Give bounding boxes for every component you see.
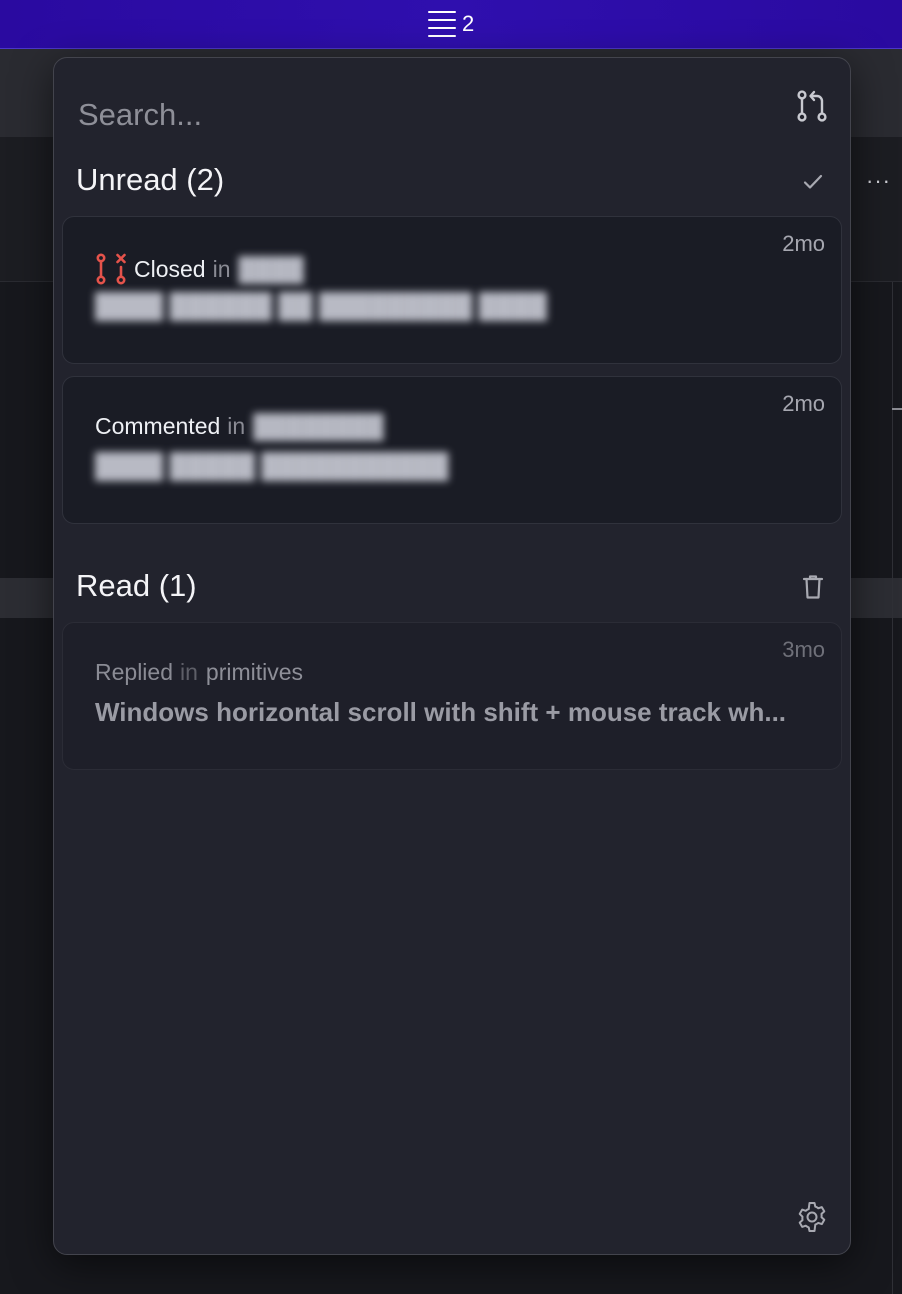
- notification-count: 2: [462, 11, 475, 36]
- notification-card[interactable]: 2mo Commented in ████████ ████ █████ ███…: [62, 376, 842, 524]
- notification-verb: Commented: [95, 413, 221, 439]
- background-marker: [892, 408, 902, 410]
- notification-repo-redacted: ████████: [253, 413, 384, 439]
- notification-time: 2mo: [782, 391, 825, 416]
- notification-in: in: [227, 413, 246, 439]
- notification-time: 2mo: [782, 231, 825, 256]
- notifications-popover: Unread (2) 2mo Closed in ████ ████ █████…: [53, 57, 851, 1255]
- notification-verb: Replied: [95, 659, 173, 685]
- gear-icon[interactable]: [795, 1200, 829, 1234]
- trash-icon[interactable]: [802, 574, 824, 600]
- notification-time: 3mo: [782, 637, 825, 662]
- notification-title-redacted: ████ ██████ ██ █████████ ████: [95, 293, 547, 320]
- notification-reason: Replied in primitives: [95, 659, 303, 686]
- search-input[interactable]: [76, 94, 760, 136]
- notifications-menubar-button[interactable]: 2: [428, 9, 474, 39]
- menu-bar: 2: [0, 0, 902, 49]
- notification-title-redacted: ████ █████ ███████████: [95, 453, 449, 480]
- check-icon[interactable]: [801, 170, 825, 194]
- read-section-title: Read (1): [76, 568, 197, 603]
- more-icon: ···: [866, 168, 891, 193]
- notification-in: in: [180, 659, 198, 685]
- notification-reason: Commented in ████████: [95, 413, 384, 440]
- notification-title: Windows horizontal scroll with shift + m…: [95, 697, 787, 727]
- pull-request-closed-icon: [96, 253, 126, 285]
- notification-repo: primitives: [205, 659, 304, 685]
- notification-card-read[interactable]: 3mo Replied in primitives Windows horizo…: [62, 622, 842, 770]
- notification-in: in: [212, 255, 231, 282]
- unread-section-title: Unread (2): [76, 162, 225, 197]
- pull-request-icon[interactable]: [794, 88, 830, 124]
- background-divider: [892, 282, 893, 1294]
- notification-reason: Closed in ████: [95, 253, 304, 285]
- hamburger-icon: [428, 11, 456, 37]
- notification-repo-redacted: ████: [238, 255, 304, 282]
- notification-verb: Closed: [134, 255, 206, 282]
- notification-card[interactable]: 2mo Closed in ████ ████ ██████ ██ ██████…: [62, 216, 842, 364]
